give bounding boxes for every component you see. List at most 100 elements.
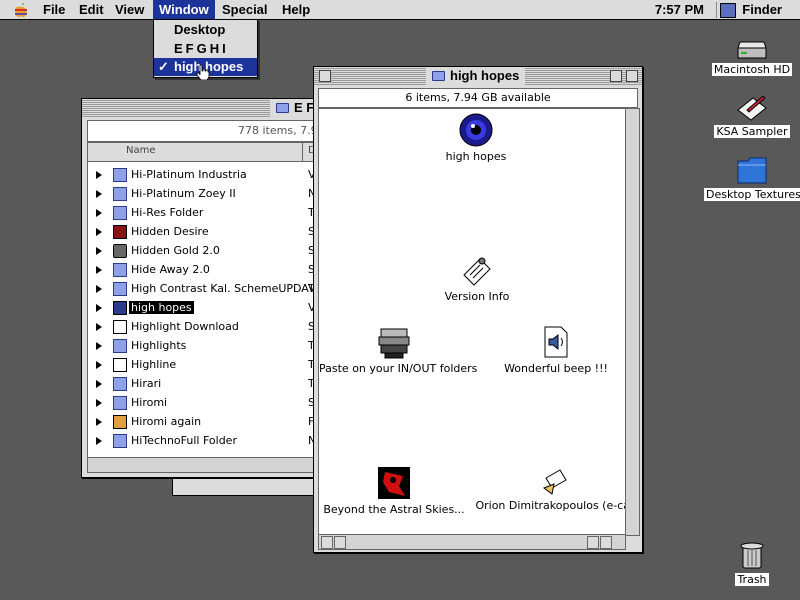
menu-help[interactable]: Help <box>276 0 316 19</box>
red-image-icon <box>378 467 410 499</box>
desktop-icon-macintosh-hd[interactable]: Macintosh HD <box>710 40 794 76</box>
high-hopes-status-text: 6 items, 7.94 GB available <box>405 91 551 104</box>
folder-icon <box>113 168 127 182</box>
desktop-item[interactable]: Paste on your IN/OUT folders <box>319 325 477 375</box>
disclosure-triangle-icon[interactable] <box>96 209 102 217</box>
list-row[interactable]: High Contrast Kal. SchemeUPDATE V <box>88 280 318 299</box>
efghi-window: E F 778 items, 7.9 Name D Hi-Platinum In… <box>81 98 323 478</box>
scroll-left-arrow[interactable] <box>587 536 599 549</box>
disclosure-triangle-icon[interactable] <box>96 380 102 388</box>
desktop-item[interactable]: high hopes <box>436 113 516 163</box>
desktop-item[interactable]: Version Info <box>432 253 522 303</box>
blue-folder-icon <box>737 157 767 184</box>
disclosure-triangle-icon[interactable] <box>96 323 102 331</box>
n-logo-icon <box>113 320 127 334</box>
column-header-name[interactable]: Name <box>126 145 156 156</box>
hand-cursor-icon <box>196 64 210 80</box>
list-row-name: Hidden Desire <box>131 225 209 238</box>
application-menu[interactable]: Finder <box>742 0 782 19</box>
list-row-name: Hiromi <box>131 396 168 409</box>
folder-dark-icon <box>113 301 127 315</box>
disk-pen-icon <box>737 95 767 121</box>
folder-icon <box>276 103 289 113</box>
desktop-item[interactable]: Orion Dimitrakopoulos (e-car <box>475 466 625 512</box>
note-icon <box>463 257 491 286</box>
list-row[interactable]: Hi-Platinum Zoey IIN <box>88 185 318 204</box>
list-row[interactable]: Highlight Download S <box>88 318 318 337</box>
finder-app-icon[interactable] <box>720 3 736 18</box>
list-row[interactable]: Hiromi again F <box>88 413 318 432</box>
folder-icon <box>113 282 127 296</box>
collapse-box[interactable] <box>626 70 638 82</box>
efghi-titlebar[interactable]: E F <box>82 99 322 117</box>
trash-icon <box>740 542 764 569</box>
disclosure-triangle-icon[interactable] <box>96 437 102 445</box>
menu-edit[interactable]: Edit <box>73 0 110 19</box>
disclosure-triangle-icon[interactable] <box>96 304 102 312</box>
high-hopes-window: high hopes 6 items, 7.94 GB available hi… <box>313 66 643 553</box>
list-row-name: Hirari <box>131 377 162 390</box>
menu-file[interactable]: File <box>37 0 71 19</box>
list-row[interactable]: Highlights T <box>88 337 318 356</box>
menu-separator <box>716 2 717 18</box>
column-header-row: Name D <box>87 142 319 162</box>
vertical-scrollbar[interactable] <box>625 108 640 536</box>
folder-icon <box>113 206 127 220</box>
disclosure-triangle-icon[interactable] <box>96 418 102 426</box>
list-row[interactable]: Hirari T <box>88 375 318 394</box>
horizontal-scrollbar[interactable] <box>87 457 319 473</box>
hard-drive-icon <box>737 41 767 59</box>
apple-menu-icon[interactable] <box>13 2 29 18</box>
list-row[interactable]: high hopes V <box>88 299 318 318</box>
folder-icon <box>113 434 127 448</box>
list-row[interactable]: Highline T <box>88 356 318 375</box>
disclosure-triangle-icon[interactable] <box>96 247 102 255</box>
background-window-edge <box>172 476 324 496</box>
list-row[interactable]: Hi-Platinum Industria V <box>88 166 318 185</box>
menu-special[interactable]: Special <box>216 0 274 19</box>
list-row[interactable]: Hidden Desire S <box>88 223 318 242</box>
disclosure-triangle-icon[interactable] <box>96 342 102 350</box>
disclosure-triangle-icon[interactable] <box>96 171 102 179</box>
list-row-name: High Contrast Kal. SchemeUPDATE <box>131 282 319 295</box>
high-hopes-window-title: high hopes <box>426 67 526 85</box>
close-box[interactable] <box>319 70 331 82</box>
list-row[interactable]: Hiromi S <box>88 394 318 413</box>
book-icon <box>113 225 127 239</box>
menu-clock[interactable]: 7:57 PM <box>655 0 704 19</box>
desktop-item[interactable]: Wonderful beep !!! <box>501 325 611 375</box>
scroll-right-arrow[interactable] <box>334 536 346 549</box>
menu-window[interactable]: Window <box>153 0 215 19</box>
list-row-name: Highlight Download <box>131 320 239 333</box>
desktop-icon-desktop-textures[interactable]: Desktop Textures <box>704 155 800 201</box>
disclosure-triangle-icon[interactable] <box>96 399 102 407</box>
menu-view[interactable]: View <box>109 0 150 19</box>
menu-bar: File Edit View Window Special Help 7:57 … <box>0 0 800 20</box>
desktop-icon-trash[interactable]: Trash <box>730 540 774 586</box>
file-list: Hi-Platinum Industria V Hi-Platinum Zoey I… <box>87 161 319 459</box>
list-row[interactable]: Hidden Gold 2.0 S <box>88 242 318 261</box>
disclosure-triangle-icon[interactable] <box>96 266 102 274</box>
high-hopes-titlebar[interactable]: high hopes <box>314 67 642 85</box>
menu-item-efghi[interactable]: EFGHI <box>154 40 257 58</box>
efghi-status-bar: 778 items, 7.9 <box>87 120 319 142</box>
disclosure-triangle-icon[interactable] <box>96 361 102 369</box>
list-row[interactable]: HiTechnoFull FolderN <box>88 432 318 451</box>
desktop-icon-label: Desktop Textures <box>704 188 800 201</box>
desktop-item[interactable]: Beyond the Astral Skies... <box>319 466 469 516</box>
scroll-left-arrow[interactable] <box>321 536 333 549</box>
disclosure-triangle-icon[interactable] <box>96 285 102 293</box>
zoom-box[interactable] <box>610 70 622 82</box>
desktop-icon-ksa-sampler[interactable]: KSA Sampler <box>710 92 794 138</box>
scroll-right-arrow[interactable] <box>600 536 612 549</box>
stack-icon <box>378 328 410 359</box>
horizontal-scrollbar[interactable] <box>318 534 626 550</box>
list-row[interactable]: Hide Away 2.0 S <box>88 261 318 280</box>
list-row[interactable]: Hi-Res Folder T <box>88 204 318 223</box>
list-row-name: Hi-Res Folder <box>131 206 204 219</box>
menu-item-desktop[interactable]: Desktop <box>154 21 257 39</box>
efghi-status-text: 778 items, 7.9 <box>238 124 318 137</box>
disclosure-triangle-icon[interactable] <box>96 228 102 236</box>
disclosure-triangle-icon[interactable] <box>96 190 102 198</box>
desktop-icon-label: Macintosh HD <box>711 63 793 76</box>
